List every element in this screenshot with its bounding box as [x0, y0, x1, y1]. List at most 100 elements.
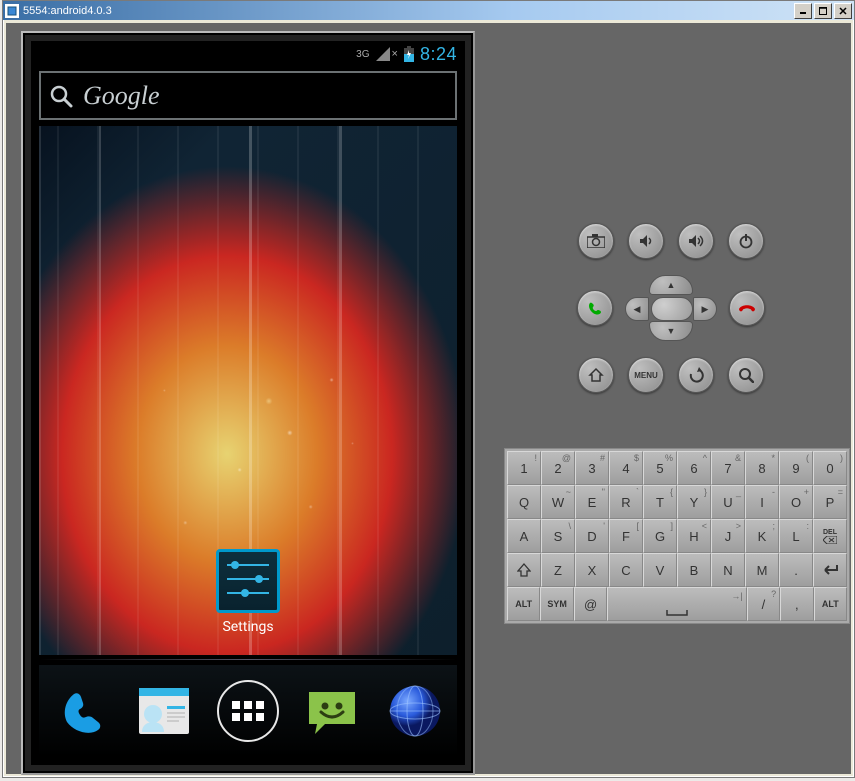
status-bar[interactable]: 3G × 8:24 — [31, 41, 465, 67]
hotseat-phone[interactable] — [47, 677, 115, 745]
key-t[interactable]: T{ — [643, 485, 677, 519]
hotseat-app-drawer[interactable] — [214, 677, 282, 745]
key-w[interactable]: W~ — [541, 485, 575, 519]
dpad-right[interactable]: ▶ — [693, 297, 717, 321]
key-s[interactable]: S\ — [541, 519, 575, 553]
clock: 8:24 — [420, 44, 457, 65]
key-6[interactable]: 6^ — [677, 451, 711, 485]
dpad-down[interactable]: ▼ — [649, 321, 693, 341]
home-wallpaper[interactable]: Settings — [39, 126, 457, 655]
camera-button[interactable] — [578, 223, 614, 259]
key-f[interactable]: F[ — [609, 519, 643, 553]
hotseat-browser[interactable] — [381, 677, 449, 745]
shortcut-settings[interactable]: Settings — [203, 549, 293, 635]
key-j[interactable]: J> — [711, 519, 745, 553]
key-k[interactable]: K; — [745, 519, 779, 553]
dpad-left[interactable]: ◀ — [625, 297, 649, 321]
key-4[interactable]: 4$ — [609, 451, 643, 485]
app-icon — [5, 4, 19, 18]
messaging-icon — [303, 682, 361, 740]
call-icon — [587, 300, 603, 316]
key-.[interactable]: . — [779, 553, 813, 587]
call-button[interactable] — [577, 290, 613, 326]
key-c[interactable]: C — [609, 553, 643, 587]
key-8[interactable]: 8* — [745, 451, 779, 485]
key-5[interactable]: 5% — [643, 451, 677, 485]
key-e[interactable]: E" — [575, 485, 609, 519]
key-n[interactable]: N — [711, 553, 745, 587]
key-y[interactable]: Y} — [677, 485, 711, 519]
search-widget[interactable]: Google — [39, 71, 457, 120]
power-button[interactable] — [728, 223, 764, 259]
signal-icon — [376, 47, 390, 61]
hotseat-messaging[interactable] — [298, 677, 366, 745]
key-sym[interactable]: SYM — [540, 587, 573, 621]
key-⇧[interactable] — [507, 553, 541, 587]
search-icon — [738, 367, 754, 383]
no-signal-x: × — [392, 48, 398, 60]
hotseat — [39, 665, 457, 757]
key-b[interactable]: B — [677, 553, 711, 587]
phone-icon — [52, 682, 110, 740]
end-call-icon — [738, 302, 756, 314]
search-icon — [49, 84, 73, 108]
key-/[interactable]: /? — [747, 587, 780, 621]
hotseat-contacts[interactable] — [130, 677, 198, 745]
key-↵[interactable] — [813, 553, 847, 587]
key-@[interactable]: @ — [574, 587, 607, 621]
key-u[interactable]: U_ — [711, 485, 745, 519]
key-x[interactable]: X — [575, 553, 609, 587]
key-m[interactable]: M — [745, 553, 779, 587]
volume-down-icon — [638, 233, 654, 249]
maximize-button[interactable] — [814, 3, 832, 19]
client-area: 3G × 8:24 Google — [6, 23, 851, 774]
key-2[interactable]: 2@ — [541, 451, 575, 485]
key-,[interactable]: , — [780, 587, 813, 621]
close-button[interactable] — [834, 3, 852, 19]
home-icon — [588, 367, 604, 383]
shortcut-label: Settings — [203, 619, 293, 635]
key-7[interactable]: 7& — [711, 451, 745, 485]
device-frame: 3G × 8:24 Google — [21, 31, 475, 775]
key-p[interactable]: P= — [813, 485, 847, 519]
key-g[interactable]: G] — [643, 519, 677, 553]
key-d[interactable]: D' — [575, 519, 609, 553]
key-0[interactable]: 0) — [813, 451, 847, 485]
key-9[interactable]: 9( — [779, 451, 813, 485]
key-r[interactable]: R` — [609, 485, 643, 519]
key-3[interactable]: 3# — [575, 451, 609, 485]
dpad-center[interactable] — [651, 297, 693, 321]
back-button[interactable] — [678, 357, 714, 393]
dpad-up[interactable]: ▲ — [649, 275, 693, 295]
menu-button[interactable]: MENU — [628, 357, 664, 393]
app-drawer-icon — [217, 680, 279, 742]
minimize-button[interactable] — [794, 3, 812, 19]
key-1[interactable]: 1! — [507, 451, 541, 485]
key-q[interactable]: Q — [507, 485, 541, 519]
menu-label: MENU — [634, 371, 658, 380]
window-title: 5554:android4.0.3 — [23, 5, 112, 17]
key-a[interactable]: A — [507, 519, 541, 553]
key-l[interactable]: L: — [779, 519, 813, 553]
network-type-label: 3G — [356, 49, 369, 60]
key-alt[interactable]: ALT — [507, 587, 540, 621]
end-call-button[interactable] — [729, 290, 765, 326]
key-o[interactable]: O+ — [779, 485, 813, 519]
key-z[interactable]: Z — [541, 553, 575, 587]
key-⌴[interactable]: →| — [607, 587, 746, 621]
key-i[interactable]: I- — [745, 485, 779, 519]
key-del[interactable]: DEL — [813, 519, 847, 553]
key-v[interactable]: V — [643, 553, 677, 587]
home-button[interactable] — [578, 357, 614, 393]
search-button[interactable] — [728, 357, 764, 393]
key-h[interactable]: H< — [677, 519, 711, 553]
volume-up-button[interactable] — [678, 223, 714, 259]
emulator-window: 5554:android4.0.3 3G × 8:24 Google — [2, 0, 855, 778]
settings-sliders-icon — [216, 549, 280, 613]
key-alt[interactable]: ALT — [814, 587, 847, 621]
hardware-keyboard: 1!2@3#4$5%6^7&8*9(0) QW~E"R`T{Y}U_I-O+P= A… — [504, 448, 850, 624]
volume-down-button[interactable] — [628, 223, 664, 259]
emulator-controls: ▲ ◀ ▶ ▼ MENU — [561, 223, 781, 409]
camera-icon — [587, 234, 605, 248]
browser-icon — [386, 682, 444, 740]
